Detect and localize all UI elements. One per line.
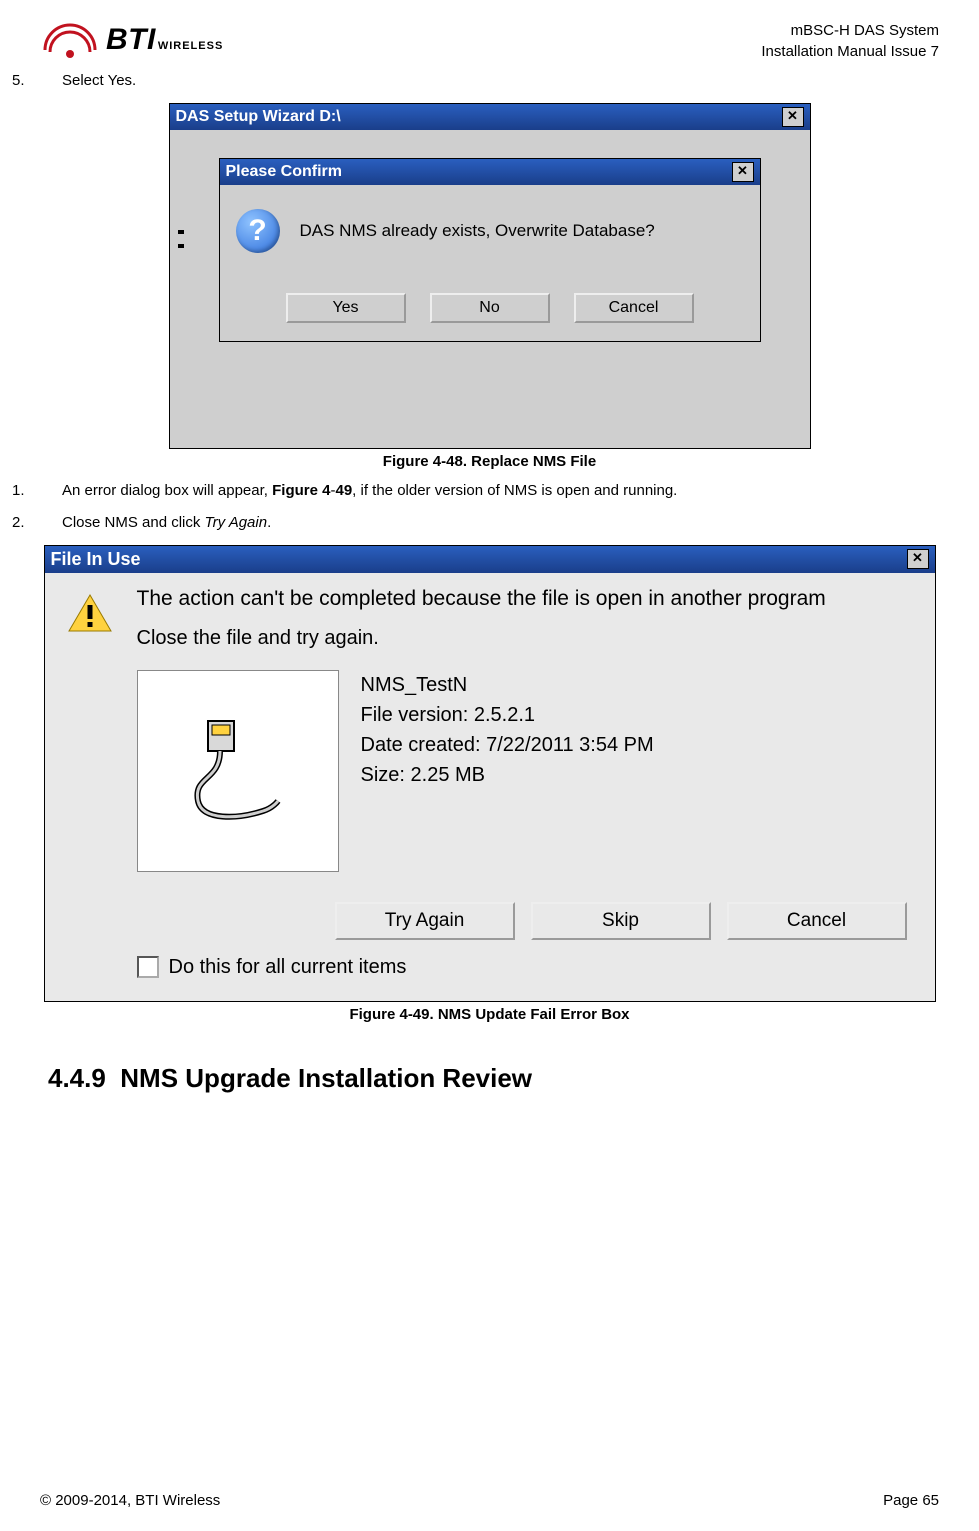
- step-1-text-a: An error dialog box will appear,: [62, 482, 272, 499]
- background-stub: [178, 230, 184, 260]
- file-meta-size: Size: 2.25 MB: [361, 760, 654, 790]
- cancel-button[interactable]: Cancel: [727, 902, 907, 940]
- step-1-ref-a: Figure 4: [272, 482, 330, 499]
- footer-page: Page 65: [883, 1492, 939, 1509]
- file-meta: NMS_TestN File version: 2.5.2.1 Date cre…: [361, 670, 654, 790]
- step-2: 2.Close NMS and click Try Again.: [40, 512, 939, 535]
- footer-copyright: © 2009-2014, BTI Wireless: [40, 1492, 220, 1509]
- page-header: BTI WIRELESS mBSC-H DAS System Installat…: [40, 20, 939, 62]
- step-1-num: 1.: [40, 480, 62, 503]
- section-title: NMS Upgrade Installation Review: [120, 1063, 532, 1093]
- footer-page-label: Page: [883, 1492, 918, 1509]
- confirm-dialog: Please Confirm ✕ ? DAS NMS already exist…: [219, 158, 761, 342]
- try-again-button[interactable]: Try Again: [335, 902, 515, 940]
- figure-4-48-caption: Figure 4-48. Replace NMS File: [40, 453, 939, 470]
- step-1-ref-b: 49: [335, 482, 352, 499]
- doc-title-line2: Installation Manual Issue 7: [761, 41, 939, 62]
- fileinuse-title-text: File In Use: [51, 549, 141, 570]
- logo-main-text: BTI: [106, 23, 156, 57]
- skip-button[interactable]: Skip: [531, 902, 711, 940]
- confirm-message: DAS NMS already exists, Overwrite Databa…: [300, 221, 655, 241]
- step-1-text-b: , if the older version of NMS is open an…: [352, 482, 677, 499]
- close-icon[interactable]: ✕: [732, 162, 754, 182]
- wizard-window: DAS Setup Wizard D:\ ✕ Please Confirm ✕ …: [169, 103, 811, 449]
- question-icon: ?: [236, 209, 280, 253]
- fileinuse-titlebar: File In Use ✕: [45, 546, 935, 573]
- step-5-text: Select Yes.: [62, 72, 136, 89]
- section-num: 4.4.9: [48, 1063, 106, 1093]
- logo-mark: [40, 20, 100, 60]
- file-meta-date: Date created: 7/22/2011 3:54 PM: [361, 730, 654, 760]
- wizard-titlebar: DAS Setup Wizard D:\ ✕: [170, 104, 810, 130]
- step-2-text-a: Close NMS and click: [62, 514, 205, 531]
- file-in-use-dialog: File In Use ✕ The action can't be comple…: [44, 545, 936, 1002]
- fileinuse-msg-1: The action can't be completed because th…: [137, 587, 826, 611]
- figure-4-49: File In Use ✕ The action can't be comple…: [40, 545, 939, 1002]
- doc-title-line1: mBSC-H DAS System: [761, 20, 939, 41]
- page-footer: © 2009-2014, BTI Wireless Page 65: [40, 1492, 939, 1509]
- close-icon[interactable]: ✕: [782, 107, 804, 127]
- step-5: 5.Select Yes.: [40, 70, 939, 93]
- step-2-italic: Try Again: [205, 514, 268, 531]
- section-4-4-9-heading: 4.4.9 NMS Upgrade Installation Review: [48, 1063, 939, 1094]
- file-thumbnail: [137, 670, 339, 872]
- logo-sub-text: WIRELESS: [158, 40, 223, 52]
- step-5-num: 5.: [40, 70, 62, 93]
- file-meta-name: NMS_TestN: [361, 670, 654, 700]
- company-logo: BTI WIRELESS: [40, 20, 223, 60]
- yes-button[interactable]: Yes: [286, 293, 406, 323]
- fileinuse-msg-2: Close the file and try again.: [137, 627, 826, 650]
- no-button[interactable]: No: [430, 293, 550, 323]
- wizard-title-text: DAS Setup Wizard D:\: [176, 108, 341, 126]
- figure-4-49-caption: Figure 4-49. NMS Update Fail Error Box: [40, 1006, 939, 1023]
- step-2-text-b: .: [267, 514, 271, 531]
- confirm-titlebar: Please Confirm ✕: [220, 159, 760, 185]
- doc-title-block: mBSC-H DAS System Installation Manual Is…: [761, 20, 939, 62]
- do-for-all-label: Do this for all current items: [169, 956, 407, 979]
- figure-4-48: DAS Setup Wizard D:\ ✕ Please Confirm ✕ …: [40, 103, 939, 449]
- cancel-button[interactable]: Cancel: [574, 293, 694, 323]
- step-1: 1.An error dialog box will appear, Figur…: [40, 480, 939, 503]
- warning-icon: [67, 593, 113, 633]
- close-icon[interactable]: ✕: [907, 549, 929, 569]
- footer-page-num: 65: [922, 1492, 939, 1509]
- confirm-title-text: Please Confirm: [226, 163, 342, 181]
- step-2-num: 2.: [40, 512, 62, 535]
- cable-icon: [178, 711, 298, 831]
- file-meta-version: File version: 2.5.2.1: [361, 700, 654, 730]
- do-for-all-checkbox[interactable]: [137, 956, 159, 978]
